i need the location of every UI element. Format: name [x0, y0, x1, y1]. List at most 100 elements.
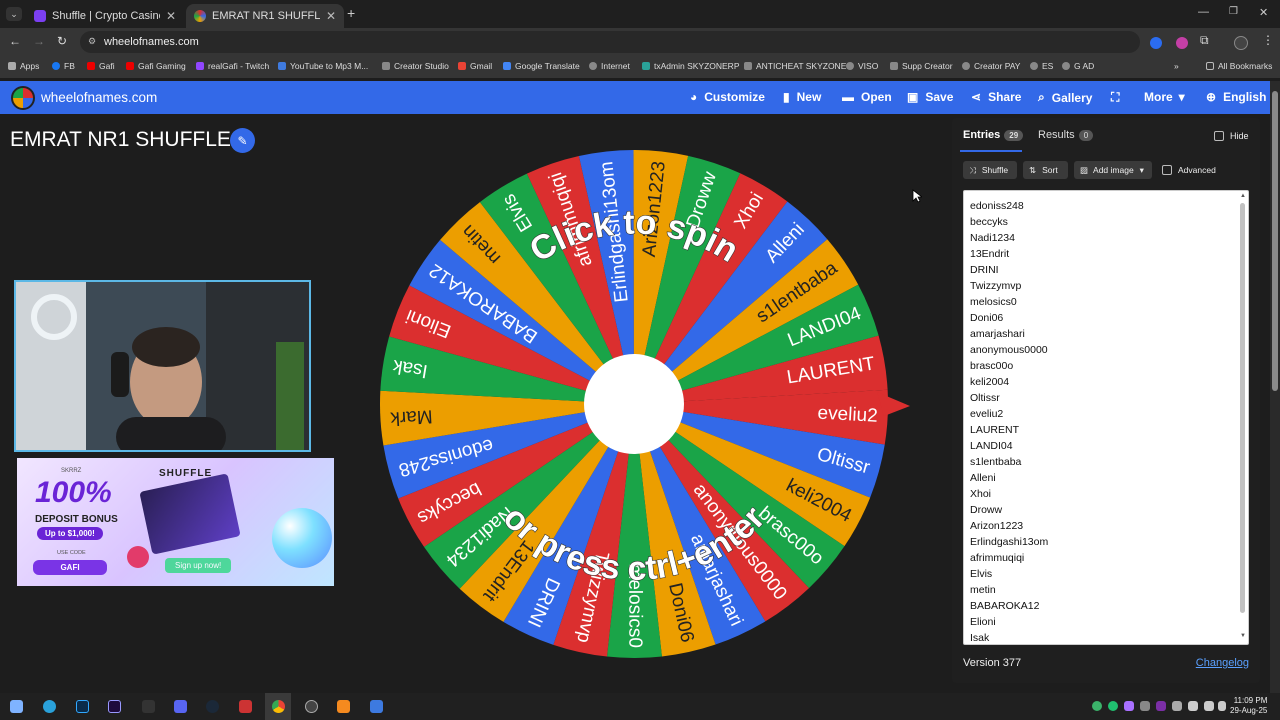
minimize-icon[interactable]: —: [1198, 6, 1209, 18]
entry-line[interactable]: Droww: [970, 502, 1230, 518]
tab-shuffle[interactable]: Shuffle | Crypto Casino & Bitcoin ✕: [26, 4, 184, 28]
profile-avatar[interactable]: [1234, 36, 1248, 50]
entry-line[interactable]: Arizon1223: [970, 518, 1230, 534]
wifi-icon[interactable]: [1188, 701, 1198, 711]
extension-icon[interactable]: [1150, 37, 1162, 49]
tray-icon[interactable]: [1124, 701, 1134, 711]
extension-icon[interactable]: [1176, 37, 1188, 49]
volume-icon[interactable]: [1204, 701, 1214, 711]
bookmark-item[interactable]: VISO: [846, 61, 878, 71]
entry-line[interactable]: Doni06: [970, 310, 1230, 326]
tab-results[interactable]: Results 0: [1038, 129, 1094, 141]
chrome-icon[interactable]: [272, 700, 285, 713]
steam-icon[interactable]: [206, 700, 219, 713]
share-button[interactable]: ⋖ Share: [971, 90, 1021, 104]
forward-icon[interactable]: →: [33, 34, 45, 48]
bookmark-item[interactable]: txAdmin SKYZONERP: [642, 61, 740, 71]
bookmark-item[interactable]: ES: [1030, 61, 1053, 71]
advanced-checkbox[interactable]: Advanced: [1162, 165, 1216, 175]
entry-line[interactable]: Twizzymvp: [970, 278, 1230, 294]
entry-line[interactable]: keli2004: [970, 374, 1230, 390]
entry-line[interactable]: brasc00o: [970, 358, 1230, 374]
obs-icon[interactable]: [305, 700, 318, 713]
brand-name[interactable]: wheelofnames.com: [41, 90, 157, 105]
hide-checkbox[interactable]: Hide: [1214, 131, 1249, 141]
entry-line[interactable]: s1lentbaba: [970, 454, 1230, 470]
close-tab-icon[interactable]: ✕: [166, 9, 176, 23]
tab-wheel[interactable]: EMRAT NR1 SHUFFLE ✕: [186, 4, 344, 28]
open-button[interactable]: ▬ Open: [842, 90, 892, 104]
new-tab-button[interactable]: +: [347, 5, 355, 21]
bookmark-item[interactable]: FB: [52, 61, 75, 71]
more-button[interactable]: More ▾: [1144, 90, 1185, 104]
bookmark-item[interactable]: realGafi - Twitch: [196, 61, 269, 71]
battery-icon[interactable]: [1218, 701, 1226, 711]
menu-icon[interactable]: ⋮: [1262, 33, 1274, 47]
puzzle-icon[interactable]: ⧉: [1200, 33, 1209, 48]
bookmark-item[interactable]: Supp Creator: [890, 61, 953, 71]
entry-line[interactable]: eveliu2: [970, 406, 1230, 422]
telegram-icon[interactable]: [43, 700, 56, 713]
restore-icon[interactable]: ❐: [1229, 6, 1238, 17]
bookmark-item[interactable]: Google Translate: [503, 61, 580, 71]
wheel-logo-icon[interactable]: [11, 86, 35, 110]
wheel[interactable]: eveliu2Oltissrkeli2004brasc00oanonymous0…: [380, 148, 912, 660]
entry-line[interactable]: DRINI: [970, 262, 1230, 278]
shield-icon[interactable]: [239, 700, 252, 713]
bookmark-item[interactable]: YouTube to Mp3 M...: [278, 61, 368, 71]
tray-icon[interactable]: [1156, 701, 1166, 711]
entry-line[interactable]: Elvis: [970, 566, 1230, 582]
entry-line[interactable]: edoniss248: [970, 198, 1230, 214]
entry-line[interactable]: Alleni: [970, 470, 1230, 486]
bookmark-item[interactable]: Creator Studio: [382, 61, 449, 71]
changelog-link[interactable]: Changelog: [1196, 657, 1249, 669]
back-icon[interactable]: ←: [9, 34, 21, 48]
gallery-button[interactable]: ⌕ Gallery: [1038, 90, 1092, 105]
bookmark-item[interactable]: Internet: [589, 61, 630, 71]
tab-entries[interactable]: Entries 29: [963, 129, 1024, 141]
windows-start-icon[interactable]: [10, 700, 23, 713]
new-button[interactable]: ▮ New: [783, 90, 821, 104]
photoshop-icon[interactable]: [76, 700, 89, 713]
tray-icon[interactable]: [1108, 701, 1118, 711]
entry-line[interactable]: Nadi1234: [970, 230, 1230, 246]
bookmark-item[interactable]: G AD: [1062, 61, 1094, 71]
entry-line[interactable]: melosics0: [970, 294, 1230, 310]
premiere-icon[interactable]: [108, 700, 121, 713]
entry-line[interactable]: 13Endrit: [970, 246, 1230, 262]
sort-button[interactable]: ⇅ Sort: [1023, 161, 1068, 179]
entry-line[interactable]: Erlindgashi13om: [970, 534, 1230, 550]
close-window-icon[interactable]: ✕: [1259, 6, 1268, 19]
bookmark-item[interactable]: ANTICHEAT SKYZONE: [744, 61, 846, 71]
all-bookmarks[interactable]: All Bookmarks: [1206, 61, 1272, 71]
language-button[interactable]: ⊕ English: [1206, 90, 1266, 104]
entry-line[interactable]: anonymous0000: [970, 342, 1230, 358]
bookmark-item[interactable]: Apps: [8, 61, 39, 71]
bookmark-item[interactable]: Creator PAY: [962, 61, 1020, 71]
entry-line[interactable]: amarjashari: [970, 326, 1230, 342]
entries-textarea[interactable]: edoniss248 beccyks Nadi1234 13Endrit DRINI Tw…: [963, 190, 1249, 645]
entry-line[interactable]: Elioni: [970, 614, 1230, 630]
entry-line[interactable]: Oltissr: [970, 390, 1230, 406]
bookmark-item[interactable]: Gmail: [458, 61, 492, 71]
edit-title-button[interactable]: ✎: [230, 128, 255, 153]
tray-icon[interactable]: [1172, 701, 1182, 711]
entry-line[interactable]: LANDI04: [970, 438, 1230, 454]
ad-cta-button[interactable]: Sign up now!: [165, 558, 232, 573]
tray-icon[interactable]: [1092, 701, 1102, 711]
bookmarks-overflow-icon[interactable]: »: [1174, 61, 1179, 71]
bookmark-item[interactable]: Gafi Gaming: [126, 61, 186, 71]
taskbar-clock[interactable]: 11:09 PM 29-Aug-25: [1230, 696, 1267, 716]
customize-button[interactable]: ◕ Customize: [690, 90, 765, 104]
entry-line[interactable]: Xhoi: [970, 486, 1230, 502]
fullscreen-button[interactable]: ⛶: [1111, 90, 1126, 105]
page-scrollbar[interactable]: [1270, 81, 1280, 693]
entry-line[interactable]: LAURENT: [970, 422, 1230, 438]
app-icon[interactable]: [337, 700, 350, 713]
tray-icon[interactable]: [1140, 701, 1150, 711]
entry-line[interactable]: BABAROKA12: [970, 598, 1230, 614]
wheel-center[interactable]: [584, 354, 684, 454]
entry-line[interactable]: beccyks: [970, 214, 1230, 230]
add-image-button[interactable]: ▨ Add image ▾: [1074, 161, 1152, 179]
bookmark-item[interactable]: Gafi: [87, 61, 115, 71]
